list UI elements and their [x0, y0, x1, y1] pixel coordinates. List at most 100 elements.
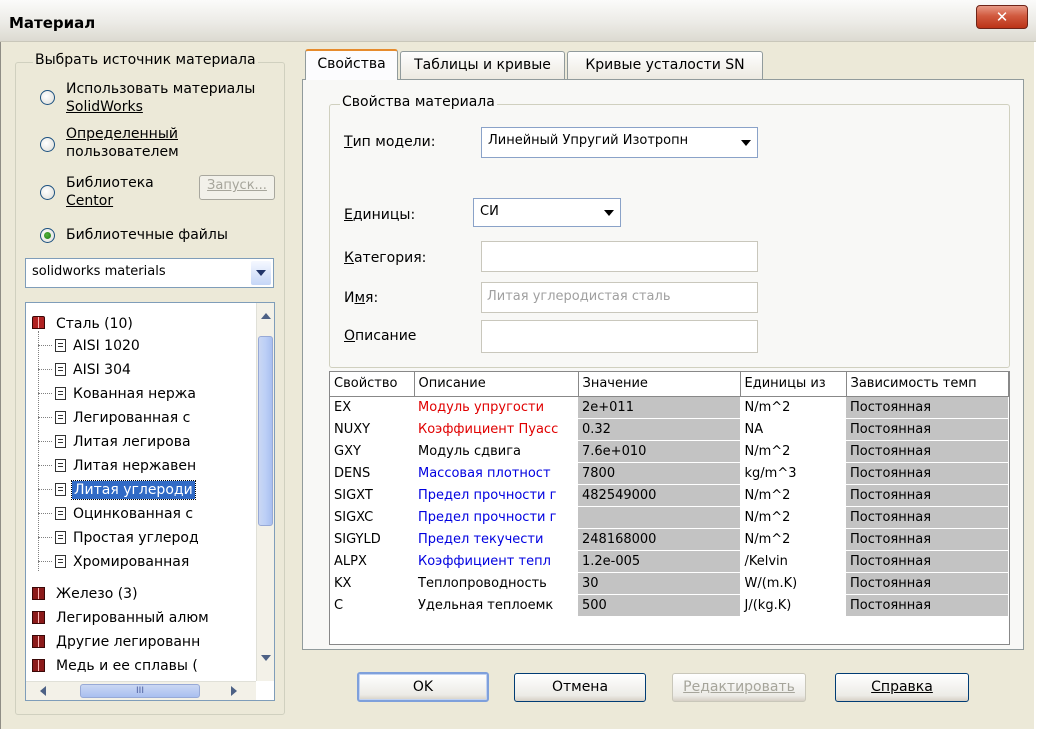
tree-item-material[interactable]: Литая легирова — [73, 433, 191, 451]
cell-dependency[interactable]: Постоянная — [846, 440, 1009, 463]
cell-value[interactable]: 30 — [578, 572, 741, 595]
tree-item-steel[interactable]: Сталь (10) — [56, 315, 133, 333]
cell-dependency[interactable]: Постоянная — [846, 550, 1009, 573]
chevron-down-icon[interactable] — [600, 201, 618, 224]
scroll-thumb[interactable] — [258, 336, 273, 526]
cell-units: N/m^2 — [740, 484, 846, 507]
name-field[interactable]: Литая углеродистая сталь — [481, 282, 758, 313]
cell-description: Коэффициент Пуасс — [414, 418, 578, 441]
cell-value[interactable]: 7800 — [578, 462, 741, 485]
cell-property: C — [330, 594, 414, 617]
radio-solidworks-label[interactable]: Использовать материалы SolidWorks — [66, 80, 255, 116]
tree-item-material[interactable]: AISI 1020 — [73, 337, 140, 355]
table-row[interactable]: GXY Модуль сдвига 7.6e+010 N/m^2 Постоян… — [330, 440, 1009, 463]
tree-item-material[interactable]: Литая нержавен — [73, 457, 196, 475]
table-row[interactable]: C Удельная теплоемк 500 J/(kg.K) Постоян… — [330, 594, 1009, 617]
cell-value[interactable]: 248168000 — [578, 528, 741, 551]
cell-value[interactable]: 2e+011 — [578, 396, 741, 419]
table-row[interactable]: DENS Массовая плотност 7800 kg/m^3 Посто… — [330, 462, 1009, 485]
table-row[interactable]: SIGXC Предел прочности г N/m^2 Постоянна… — [330, 506, 1009, 529]
library-select[interactable]: solidworks materials — [25, 258, 274, 288]
tree-item-category[interactable]: Легированный алюм — [56, 609, 209, 627]
cell-value[interactable]: 0.32 — [578, 418, 741, 441]
cell-description: Коэффициент тепл — [414, 550, 578, 573]
cell-dependency[interactable]: Постоянная — [846, 484, 1009, 507]
cancel-button[interactable]: Отмена — [514, 673, 646, 702]
cell-description: Предел текучести — [414, 528, 578, 551]
radio-user-defined[interactable] — [40, 137, 55, 152]
tree-horizontal-scrollbar[interactable]: III — [26, 681, 256, 700]
tree-vertical-scrollbar[interactable] — [256, 303, 274, 681]
close-button[interactable]: ✕ — [976, 5, 1028, 29]
description-field[interactable] — [481, 320, 758, 353]
cell-dependency[interactable]: Постоянная — [846, 418, 1009, 441]
name-label: Имя: — [344, 290, 379, 306]
tree-item-category[interactable]: Другие легированн — [56, 633, 200, 651]
book-icon — [32, 587, 45, 600]
tree-item-material[interactable]: AISI 304 — [73, 361, 131, 379]
radio-library-files[interactable] — [40, 228, 55, 243]
chevron-down-icon[interactable] — [737, 130, 755, 155]
cell-value[interactable]: 7.6e+010 — [578, 440, 741, 463]
window-left-edge — [0, 42, 8, 729]
cell-dependency[interactable]: Постоянная — [846, 594, 1009, 617]
arrow-left-icon[interactable] — [40, 686, 46, 696]
table-row[interactable]: ALPX Коэффициент тепл 1.2e-005 /Kelvin П… — [330, 550, 1009, 573]
arrow-up-icon[interactable] — [261, 313, 271, 319]
tree-item-material[interactable]: Оцинкованная с — [73, 505, 193, 523]
tree-item-material[interactable]: Кованная нержа — [73, 385, 196, 403]
title-bar[interactable]: Материал ✕ — [0, 0, 1036, 42]
cell-dependency[interactable]: Постоянная — [846, 528, 1009, 551]
table-row[interactable]: SIGXT Предел прочности г 482549000 N/m^2… — [330, 484, 1009, 507]
table-row[interactable]: SIGYLD Предел текучести 248168000 N/m^2 … — [330, 528, 1009, 551]
document-icon — [55, 507, 66, 520]
column-header-property[interactable]: Свойство — [330, 372, 415, 397]
category-field[interactable] — [481, 241, 758, 272]
cell-dependency[interactable]: Постоянная — [846, 572, 1009, 595]
units-select[interactable]: СИ — [473, 198, 621, 227]
ok-button[interactable]: OK — [357, 672, 489, 702]
model-type-select[interactable]: Линейный Упругий Изотропн — [481, 127, 758, 158]
material-tree[interactable]: Сталь (10) AISI 1020 AISI 304 Кованная н… — [25, 302, 275, 701]
tab-properties[interactable]: Свойства — [305, 49, 398, 80]
arrow-right-icon[interactable] — [231, 686, 237, 696]
launch-button[interactable]: Запуск... — [199, 175, 275, 200]
tree-item-category[interactable]: Железо (3) — [56, 585, 138, 603]
cell-units: N/m^2 — [740, 440, 846, 463]
radio-solidworks[interactable] — [40, 90, 55, 105]
column-header-temp-dependency[interactable]: Зависимость темп — [846, 372, 1009, 397]
column-header-value[interactable]: Значение — [578, 372, 741, 397]
tab-tables-curves[interactable]: Таблицы и кривые — [400, 51, 565, 80]
chevron-down-icon[interactable] — [251, 261, 271, 285]
cell-dependency[interactable]: Постоянная — [846, 462, 1009, 485]
column-header-units[interactable]: Единицы из — [740, 372, 847, 397]
radio-user-defined-label[interactable]: Определенный пользователем — [66, 125, 179, 161]
table-row[interactable]: KX Теплопроводность 30 W/(m.K) Постоянна… — [330, 572, 1009, 595]
column-header-description[interactable]: Описание — [414, 372, 579, 397]
properties-grid[interactable]: Свойство Описание Значение Единицы из За… — [329, 371, 1010, 645]
help-button[interactable]: Справка — [835, 673, 969, 702]
cell-units: J/(kg.K) — [740, 594, 846, 617]
tree-item-material[interactable]: Хромированная — [73, 553, 189, 571]
scroll-thumb[interactable]: III — [80, 684, 200, 698]
tree-item-category[interactable]: Медь и ее сплавы ( — [56, 657, 198, 675]
radio-centor-library[interactable] — [40, 185, 55, 200]
cell-value[interactable]: 500 — [578, 594, 741, 617]
cell-value[interactable]: 1.2e-005 — [578, 550, 741, 573]
table-row[interactable]: EX Модуль упругости 2e+011 N/m^2 Постоян… — [330, 396, 1009, 419]
grid-header-row: Свойство Описание Значение Единицы из За… — [330, 372, 1009, 397]
cell-dependency[interactable]: Постоянная — [846, 506, 1009, 529]
tree-item-material[interactable]: Простая углерод — [73, 529, 199, 547]
radio-centor-label[interactable]: Библиотека Centor — [66, 174, 154, 210]
cell-value[interactable]: 482549000 — [578, 484, 741, 507]
edit-button[interactable]: Редактировать — [672, 673, 806, 702]
tree-item-selected[interactable]: Литая углероди — [71, 480, 196, 500]
cell-dependency[interactable]: Постоянная — [846, 396, 1009, 419]
arrow-down-icon[interactable] — [261, 655, 271, 661]
table-row[interactable]: NUXY Коэффициент Пуасс 0.32 NA Постоянна… — [330, 418, 1009, 441]
cell-value[interactable] — [578, 506, 741, 529]
radio-library-files-label[interactable]: Библиотечные файлы — [66, 226, 228, 244]
units-label: Единицы: — [344, 207, 416, 223]
tab-sn-curves[interactable]: Кривые усталости SN — [567, 51, 763, 80]
tree-item-material[interactable]: Легированная с — [73, 409, 190, 427]
